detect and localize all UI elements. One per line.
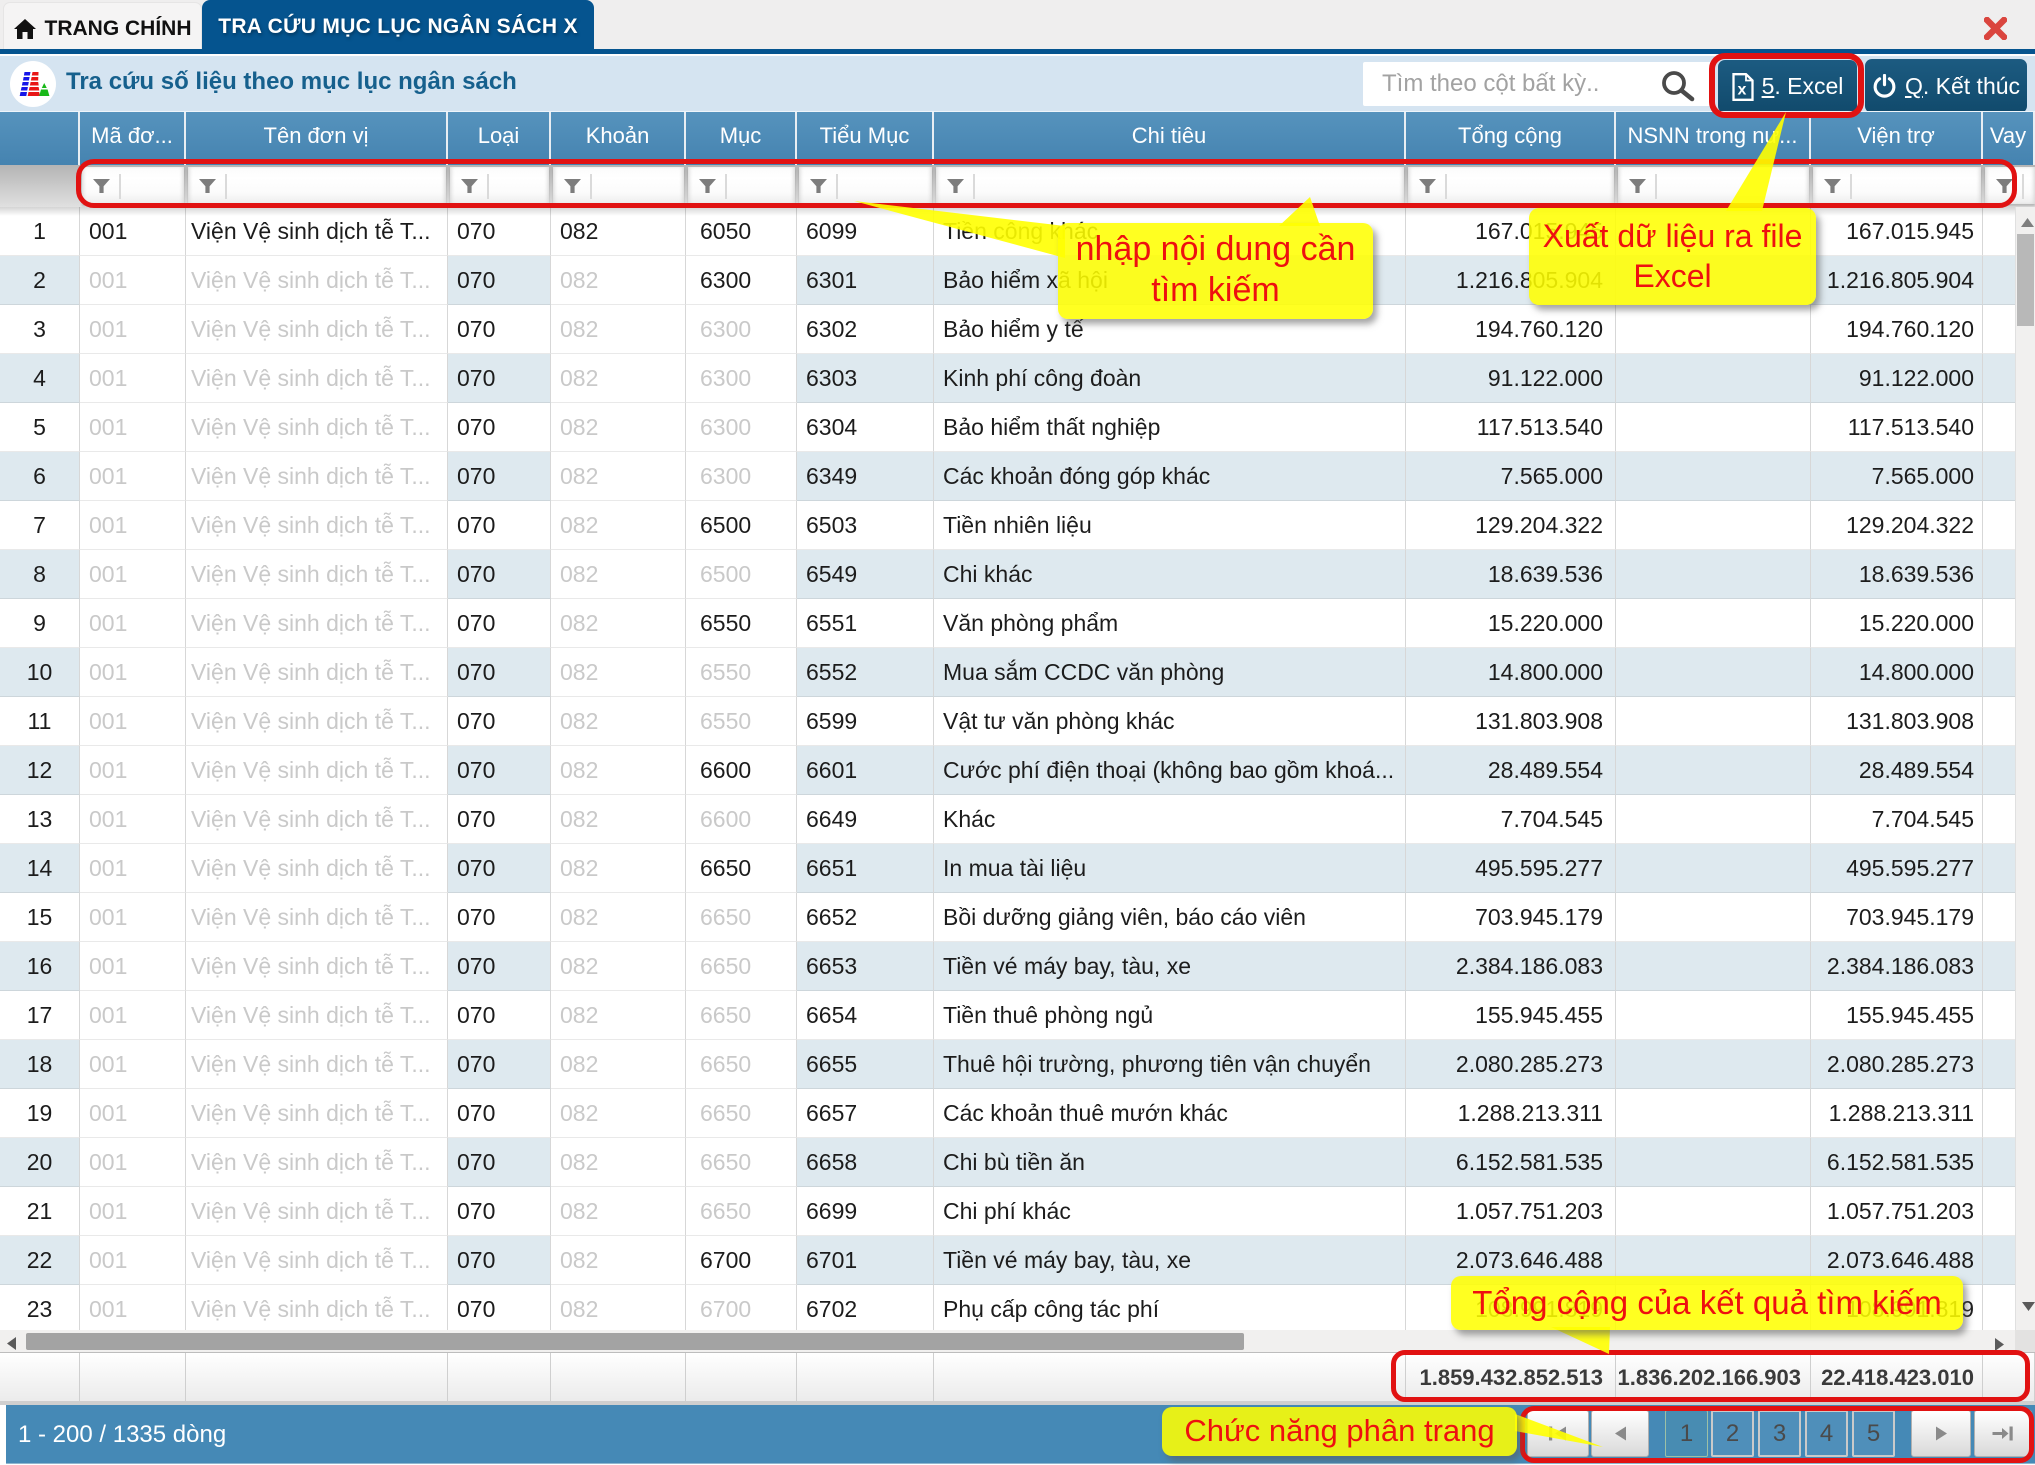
svg-text:x: x	[1737, 81, 1746, 98]
